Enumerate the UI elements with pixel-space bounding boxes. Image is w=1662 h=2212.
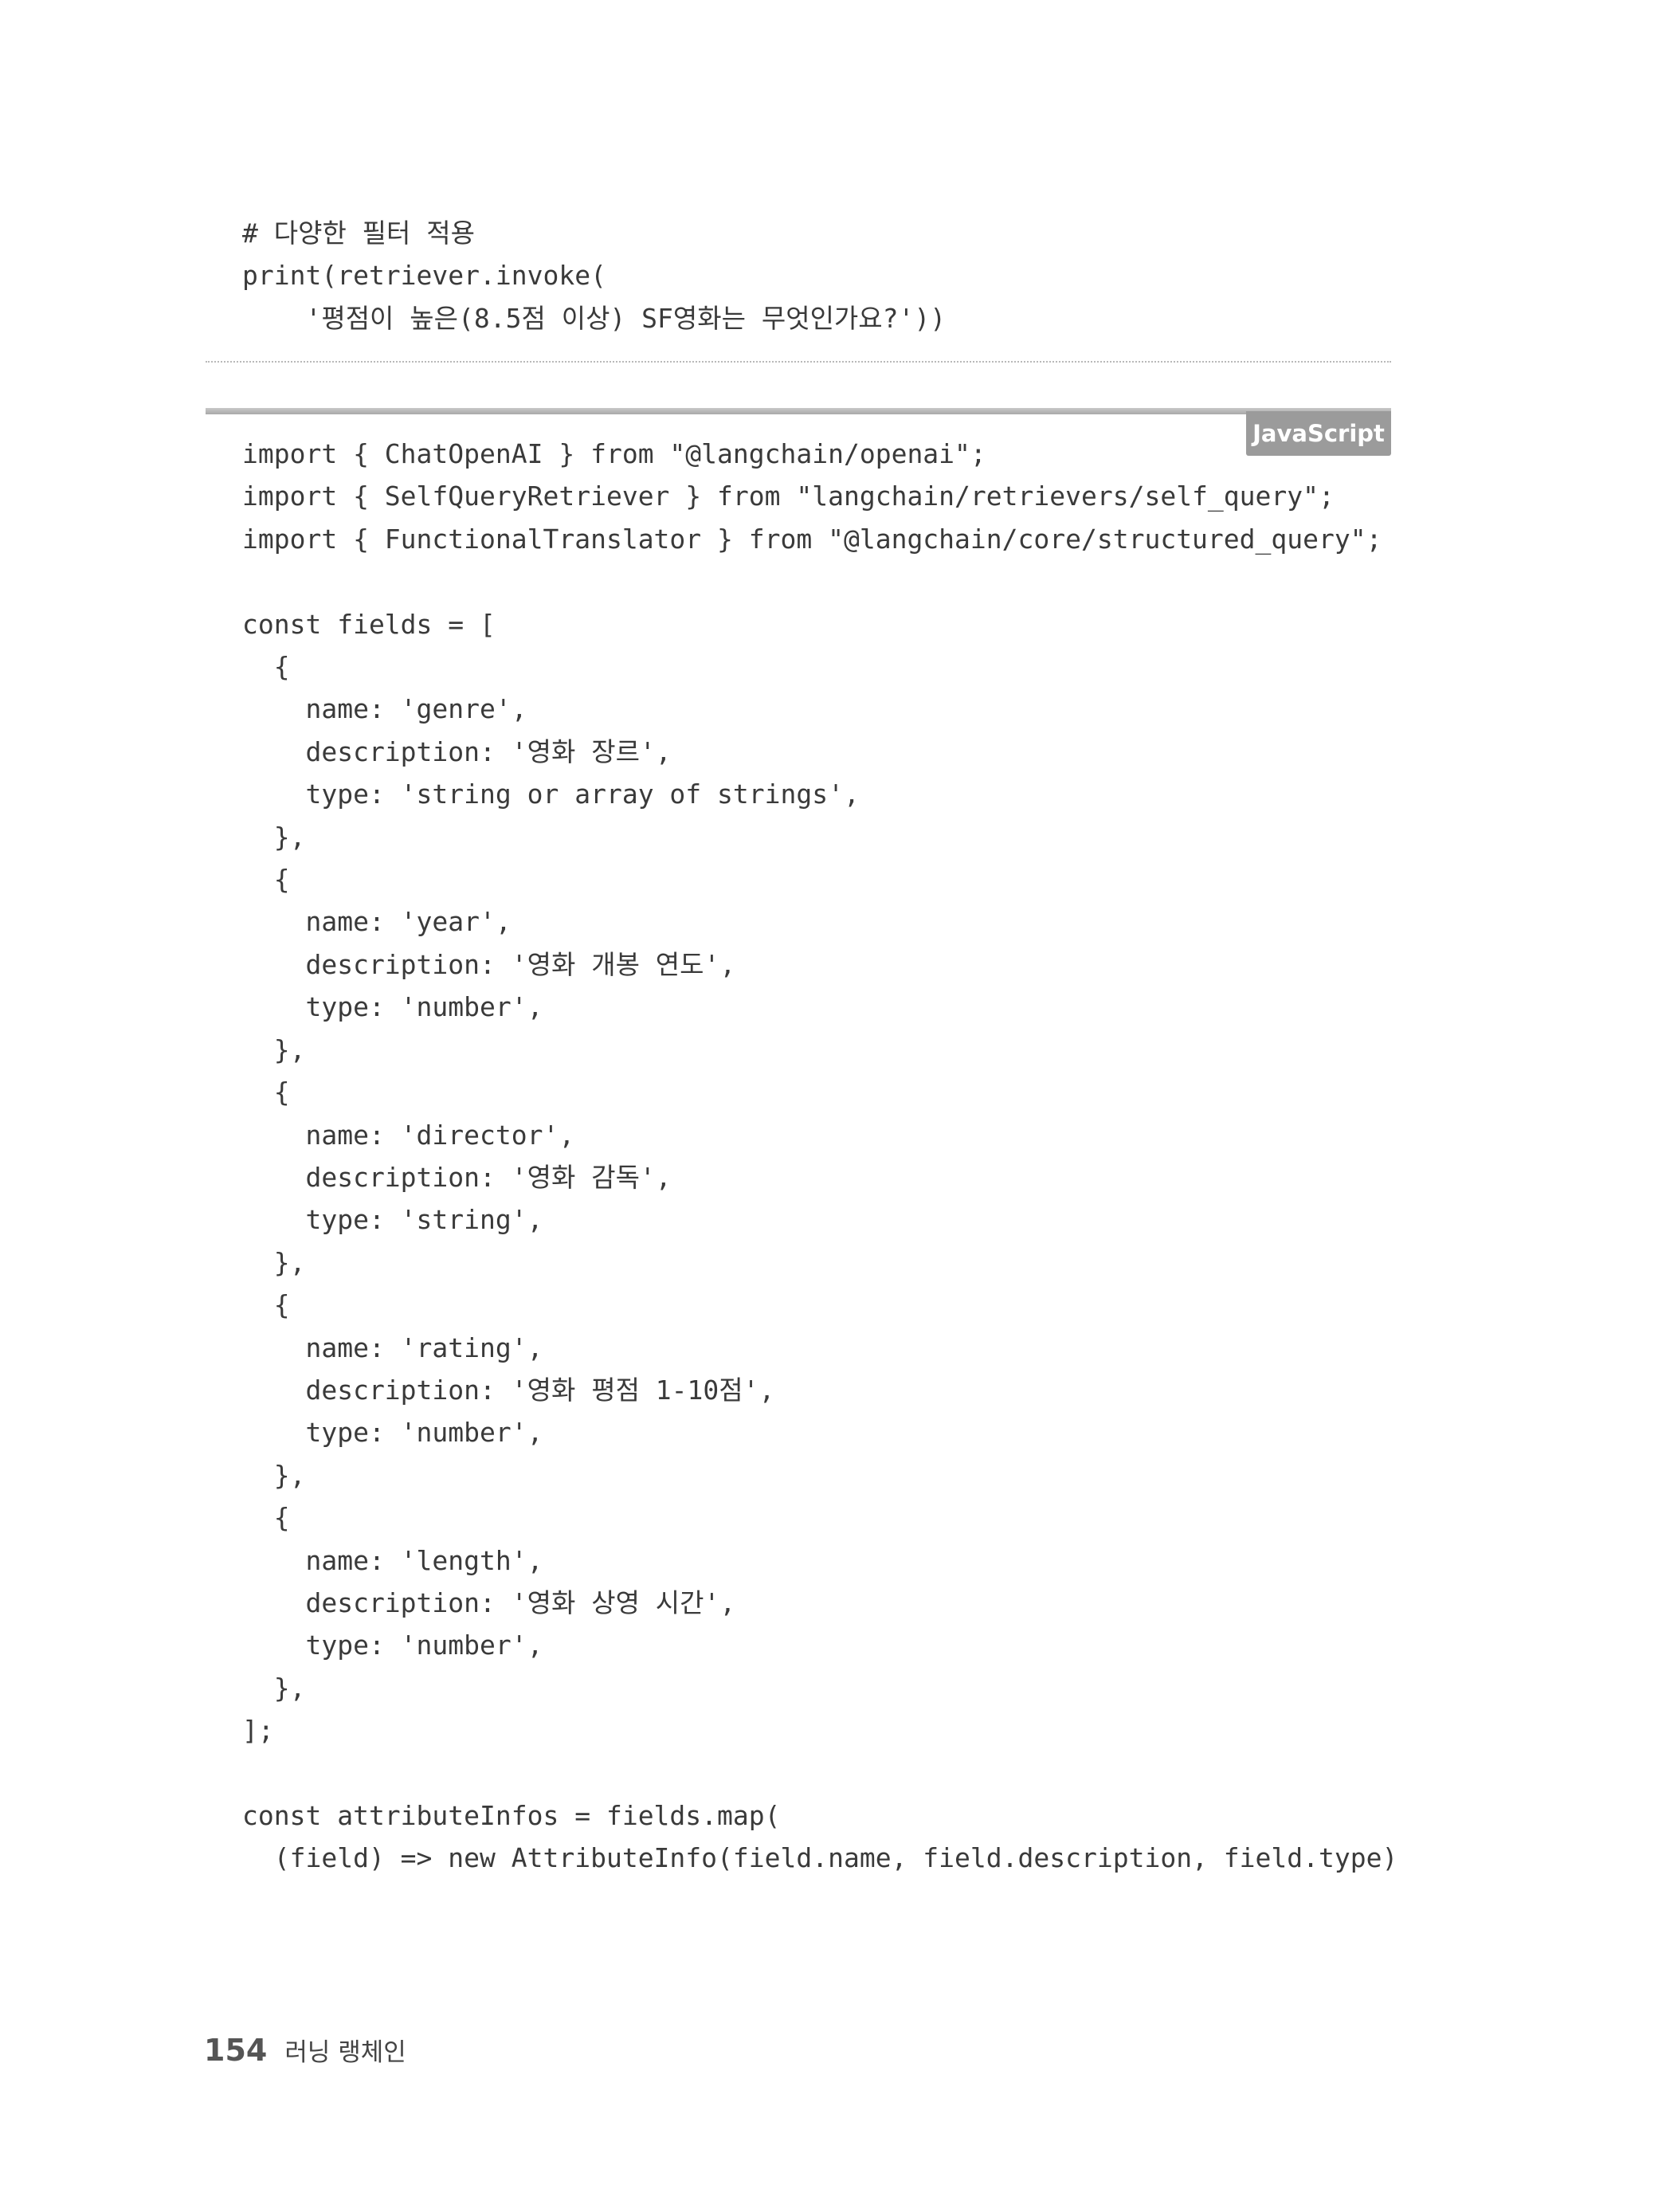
javascript-code-block: import { ChatOpenAI } from "@langchain/o… bbox=[242, 433, 1397, 1880]
code-line: type: 'string or array of strings', bbox=[242, 779, 860, 810]
code-line: }, bbox=[242, 1672, 306, 1704]
code-line: name: 'length', bbox=[242, 1544, 543, 1576]
code-line: '평점이 높은(8.5점 이상) SF영화는 무엇인가요?')) bbox=[242, 302, 947, 334]
code-line: { bbox=[242, 1289, 290, 1321]
code-line: description: '영화 평점 1-10점', bbox=[242, 1374, 775, 1406]
code-line: import { SelfQueryRetriever } from "lang… bbox=[242, 480, 1335, 512]
code-line: { bbox=[242, 1502, 290, 1534]
book-title: 러닝 랭체인 bbox=[284, 2038, 406, 2067]
code-line: { bbox=[242, 1077, 290, 1108]
code-line: import { ChatOpenAI } from "@langchain/o… bbox=[242, 438, 986, 469]
code-block-top-rule bbox=[206, 408, 1391, 414]
code-line: name: 'rating', bbox=[242, 1332, 543, 1363]
code-line: name: 'director', bbox=[242, 1119, 575, 1151]
code-line: }, bbox=[242, 1033, 306, 1065]
code-line: type: 'string', bbox=[242, 1204, 543, 1236]
code-line: description: '영화 장르', bbox=[242, 735, 672, 767]
code-line: name: 'year', bbox=[242, 906, 512, 938]
code-line: (field) => new AttributeInfo(field.name,… bbox=[242, 1842, 1398, 1874]
code-line: description: '영화 감독', bbox=[242, 1161, 672, 1193]
code-line: ]; bbox=[242, 1715, 274, 1747]
code-line: type: 'number', bbox=[242, 991, 543, 1023]
code-line: type: 'number', bbox=[242, 1417, 543, 1449]
page-number: 154 bbox=[204, 2033, 268, 2068]
code-line: const fields = [ bbox=[242, 608, 496, 640]
code-line: }, bbox=[242, 821, 306, 853]
code-line: description: '영화 개봉 연도', bbox=[242, 948, 736, 980]
page-footer: 154 러닝 랭체인 bbox=[204, 2032, 406, 2068]
code-line: print(retriever.invoke( bbox=[242, 260, 606, 292]
code-line: description: '영화 상영 시간', bbox=[242, 1586, 736, 1618]
dotted-divider bbox=[206, 361, 1391, 363]
code-line: { bbox=[242, 864, 290, 896]
code-line: name: 'genre', bbox=[242, 693, 527, 725]
code-line: # 다양한 필터 적용 bbox=[242, 218, 475, 249]
code-line: }, bbox=[242, 1246, 306, 1278]
code-line: import { FunctionalTranslator } from "@l… bbox=[242, 523, 1382, 555]
code-line: }, bbox=[242, 1459, 306, 1491]
python-code-snippet: # 다양한 필터 적용 print(retriever.invoke( '평점이 … bbox=[242, 212, 946, 339]
code-line: { bbox=[242, 651, 290, 683]
code-line: const attributeInfos = fields.map( bbox=[242, 1800, 781, 1831]
code-line: type: 'number', bbox=[242, 1630, 543, 1661]
